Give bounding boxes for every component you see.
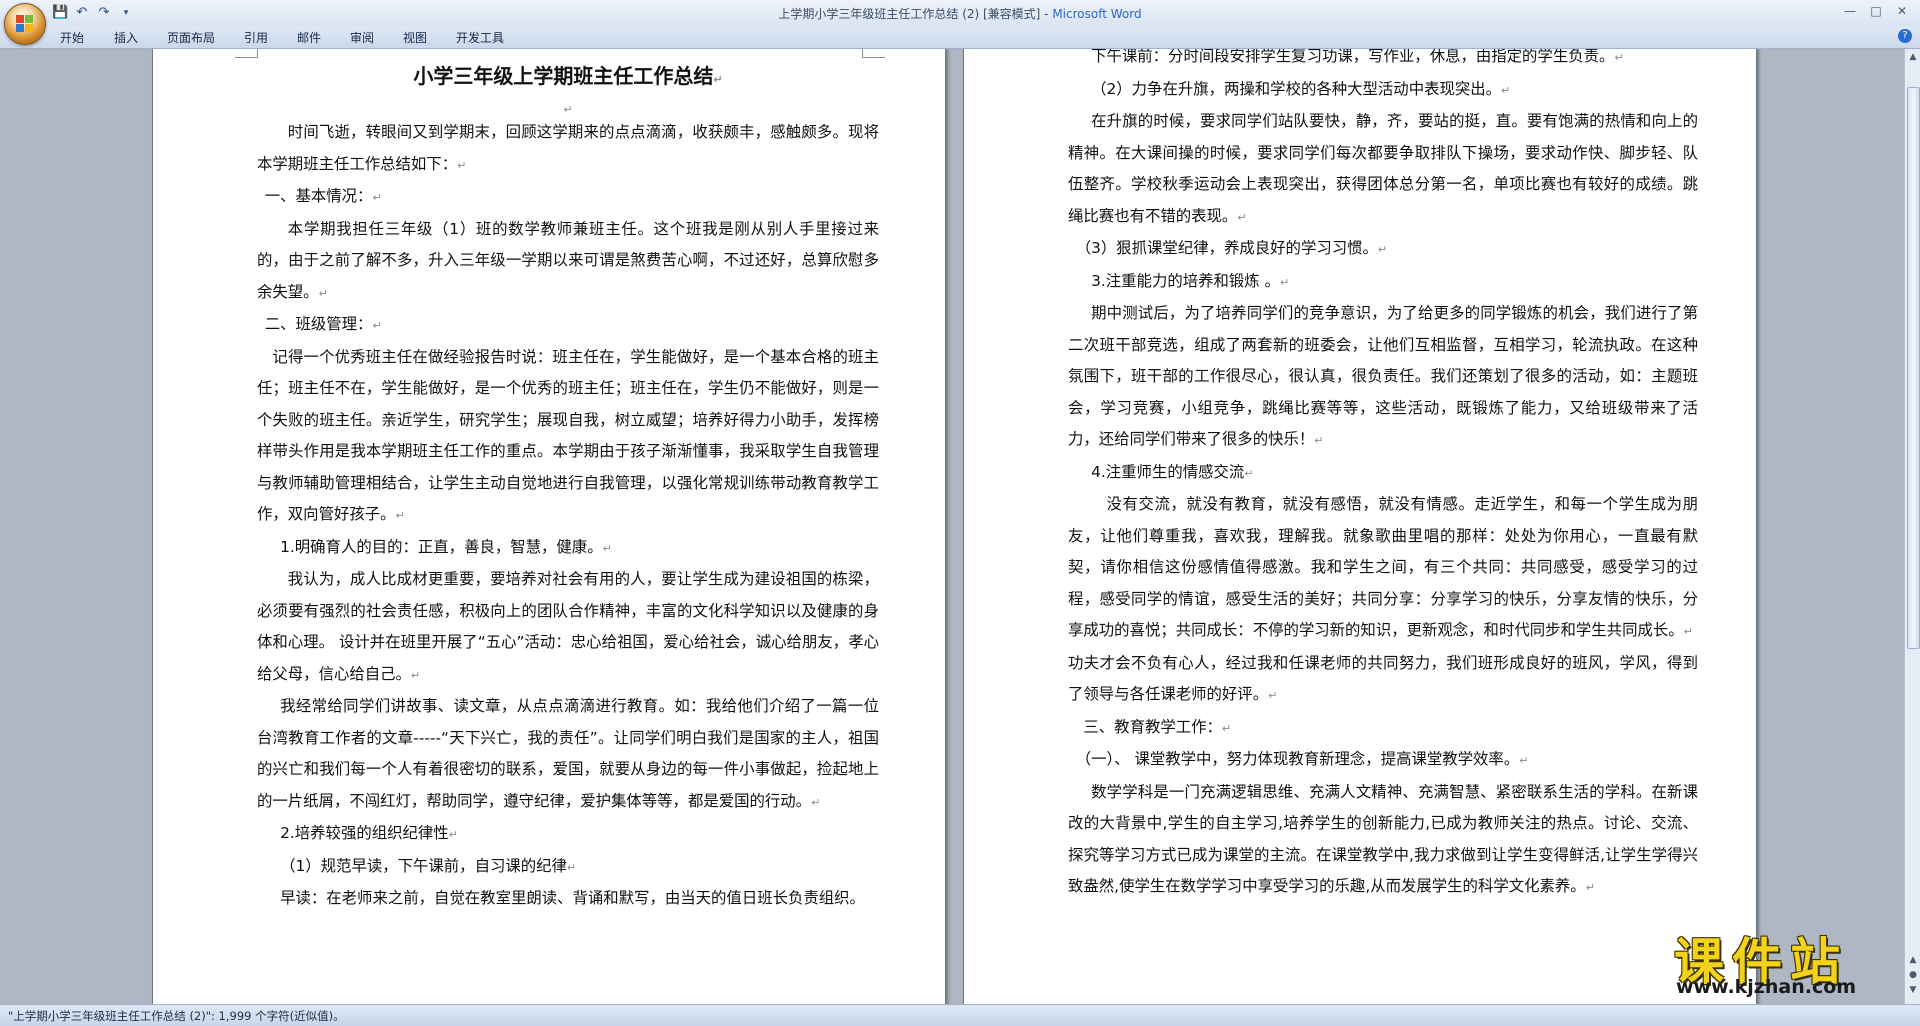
sub-heading: 3.注重能力的培养和锻炼 。↵ xyxy=(1091,271,1290,290)
word-count-status[interactable]: "上学期小学三年级班主任工作总结 (2)": 1,999 个字符(近似值)。 xyxy=(8,1008,345,1024)
paragraph: 早读：在老师来之前，自觉在教室里朗读、背诵和默写，由当天的值日班长负责组织。 xyxy=(280,889,865,907)
office-logo-icon xyxy=(16,15,34,33)
sub-heading: （1）规范早读，下午课前，自习课的纪律↵ xyxy=(280,856,577,875)
page-1[interactable]: 小学三年级上学期班主任工作总结↵ ↵ 时间飞逝，转眼间又到学期末，回顾这学期来的… xyxy=(152,49,946,1004)
page-1-content: 小学三年级上学期班主任工作总结↵ ↵ 时间飞逝，转眼间又到学期末，回顾这学期来的… xyxy=(257,51,879,915)
empty-paragraph: ↵ xyxy=(563,103,573,116)
help-icon[interactable]: ? xyxy=(1898,29,1912,43)
title-bar: 💾 ↶ ↷ ▾ 上学期小学三年级班主任工作总结 (2) [兼容模式] - Mic… xyxy=(0,0,1920,27)
tab-layout[interactable]: 页面布局 xyxy=(167,29,215,46)
app-name: Microsoft Word xyxy=(1052,7,1142,21)
tab-developer[interactable]: 开发工具 xyxy=(456,29,504,46)
sub-heading: （一）、 课堂教学中，努力体现教育新理念，提高课堂教学效率。↵ xyxy=(1075,750,1529,768)
window-controls: — □ ✕ xyxy=(1838,2,1914,20)
page-2-content: 下午课前：分时间段安排学生复习功课，写作业，休息，由指定的学生负责。↵ （2）力… xyxy=(1068,49,1698,904)
window-title: 上学期小学三年级班主任工作总结 (2) [兼容模式] - Microsoft W… xyxy=(0,5,1920,22)
vertical-scrollbar[interactable]: ▲ ▲ ● ▼ xyxy=(1904,49,1920,1004)
paragraph: 下午课前：分时间段安排学生复习功课，写作业，休息，由指定的学生负责。↵ xyxy=(1091,49,1624,65)
paragraph: 在升旗的时候，要求同学们站队要快，静，齐，要站的挺，直。要有饱满的热情和向上的精… xyxy=(1068,112,1698,225)
paragraph: 记得一个优秀班主任在做经验报告时说：班主任在，学生能做好，是一个基本合格的班主任… xyxy=(257,347,879,524)
sub-heading: （2）力争在升旗，两操和学校的各种大型活动中表现突出。↵ xyxy=(1091,79,1511,98)
tab-mailings[interactable]: 邮件 xyxy=(297,29,321,46)
paragraph: 时间飞逝，转眼间又到学期末，回顾这学期来的点点滴滴，收获颇丰，感触颇多。现将本学… xyxy=(257,123,879,173)
status-bar: "上学期小学三年级班主任工作总结 (2)": 1,999 个字符(近似值)。 xyxy=(0,1004,1920,1026)
previous-page-icon[interactable]: ▲ xyxy=(1907,954,1919,966)
paragraph: 期中测试后，为了培养同学们的竞争意识，为了给更多的同学锻炼的机会，我们进行了第二… xyxy=(1068,304,1698,448)
page-2[interactable]: 下午课前：分时间段安排学生复习功课，写作业，休息，由指定的学生负责。↵ （2）力… xyxy=(963,49,1757,1004)
document-workspace: 小学三年级上学期班主任工作总结↵ ↵ 时间飞逝，转眼间又到学期末，回顾这学期来的… xyxy=(0,49,1904,1004)
scrollbar-thumb[interactable] xyxy=(1907,87,1920,649)
paragraph: 没有交流，就没有教育，就没有感悟，就没有情感。走近学生，和每一个学生成为朋友，让… xyxy=(1068,495,1698,639)
paragraph: 我经常给同学们讲故事、读文章，从点点滴滴进行教育。如：我给他们介绍了一篇一位台湾… xyxy=(257,697,879,810)
tab-home[interactable]: 开始 xyxy=(60,29,84,46)
sub-heading: （3）狠抓课堂纪律，养成良好的学习习惯。↵ xyxy=(1075,239,1388,257)
paragraph: 我认为，成人比成材更重要，要培养对社会有用的人，要让学生成为建设祖国的栋梁，必须… xyxy=(257,570,879,683)
office-button[interactable] xyxy=(4,3,46,45)
close-icon[interactable]: ✕ xyxy=(1890,2,1914,20)
tab-view[interactable]: 视图 xyxy=(403,29,427,46)
tab-review[interactable]: 审阅 xyxy=(350,29,374,46)
maximize-icon[interactable]: □ xyxy=(1864,2,1888,20)
sub-heading: 1.明确育人的目的：正直，善良，智慧，健康。↵ xyxy=(280,537,612,556)
heading-text: 小学三年级上学期班主任工作总结 xyxy=(413,64,714,88)
select-browse-object-icon[interactable]: ● xyxy=(1907,969,1919,981)
watermark-logo: 课件站 www.kjzhan.com xyxy=(1666,922,1898,1002)
tab-insert[interactable]: 插入 xyxy=(114,29,138,46)
sub-heading: 4.注重师生的情感交流↵ xyxy=(1091,462,1254,481)
section-heading: 一、基本情况：↵ xyxy=(264,187,382,205)
section-heading: 二、班级管理：↵ xyxy=(264,315,382,333)
ribbon-tabs: 开始 插入 页面布局 引用 邮件 审阅 视图 开发工具 ? xyxy=(0,26,1920,49)
next-page-icon[interactable]: ▼ xyxy=(1907,984,1919,996)
paragraph: 本学期我担任三年级（1）班的数学教师兼班主任。这个班我是刚从别人手里接过来的，由… xyxy=(257,219,879,301)
watermark-url: www.kjzhan.com xyxy=(1676,976,1857,998)
tab-references[interactable]: 引用 xyxy=(244,29,268,46)
document-heading: 小学三年级上学期班主任工作总结↵ xyxy=(413,64,723,88)
sub-heading: 2.培养较强的组织纪律性↵ xyxy=(280,824,458,842)
scroll-up-icon[interactable]: ▲ xyxy=(1907,51,1919,63)
minimize-icon[interactable]: — xyxy=(1838,2,1862,20)
paragraph: 数学学科是一门充满逻辑思维、充满人文精神、充满智慧、紧密联系生活的学科。在新课改… xyxy=(1068,782,1698,896)
section-heading: 三、教育教学工作：↵ xyxy=(1083,717,1232,736)
document-title: 上学期小学三年级班主任工作总结 (2) [兼容模式] - xyxy=(778,7,1053,21)
paragraph: 功夫才会不负有心人，经过我和任课老师的共同努力，我们班形成良好的班风，学风，得到… xyxy=(1068,653,1698,704)
margin-corner xyxy=(235,49,258,58)
